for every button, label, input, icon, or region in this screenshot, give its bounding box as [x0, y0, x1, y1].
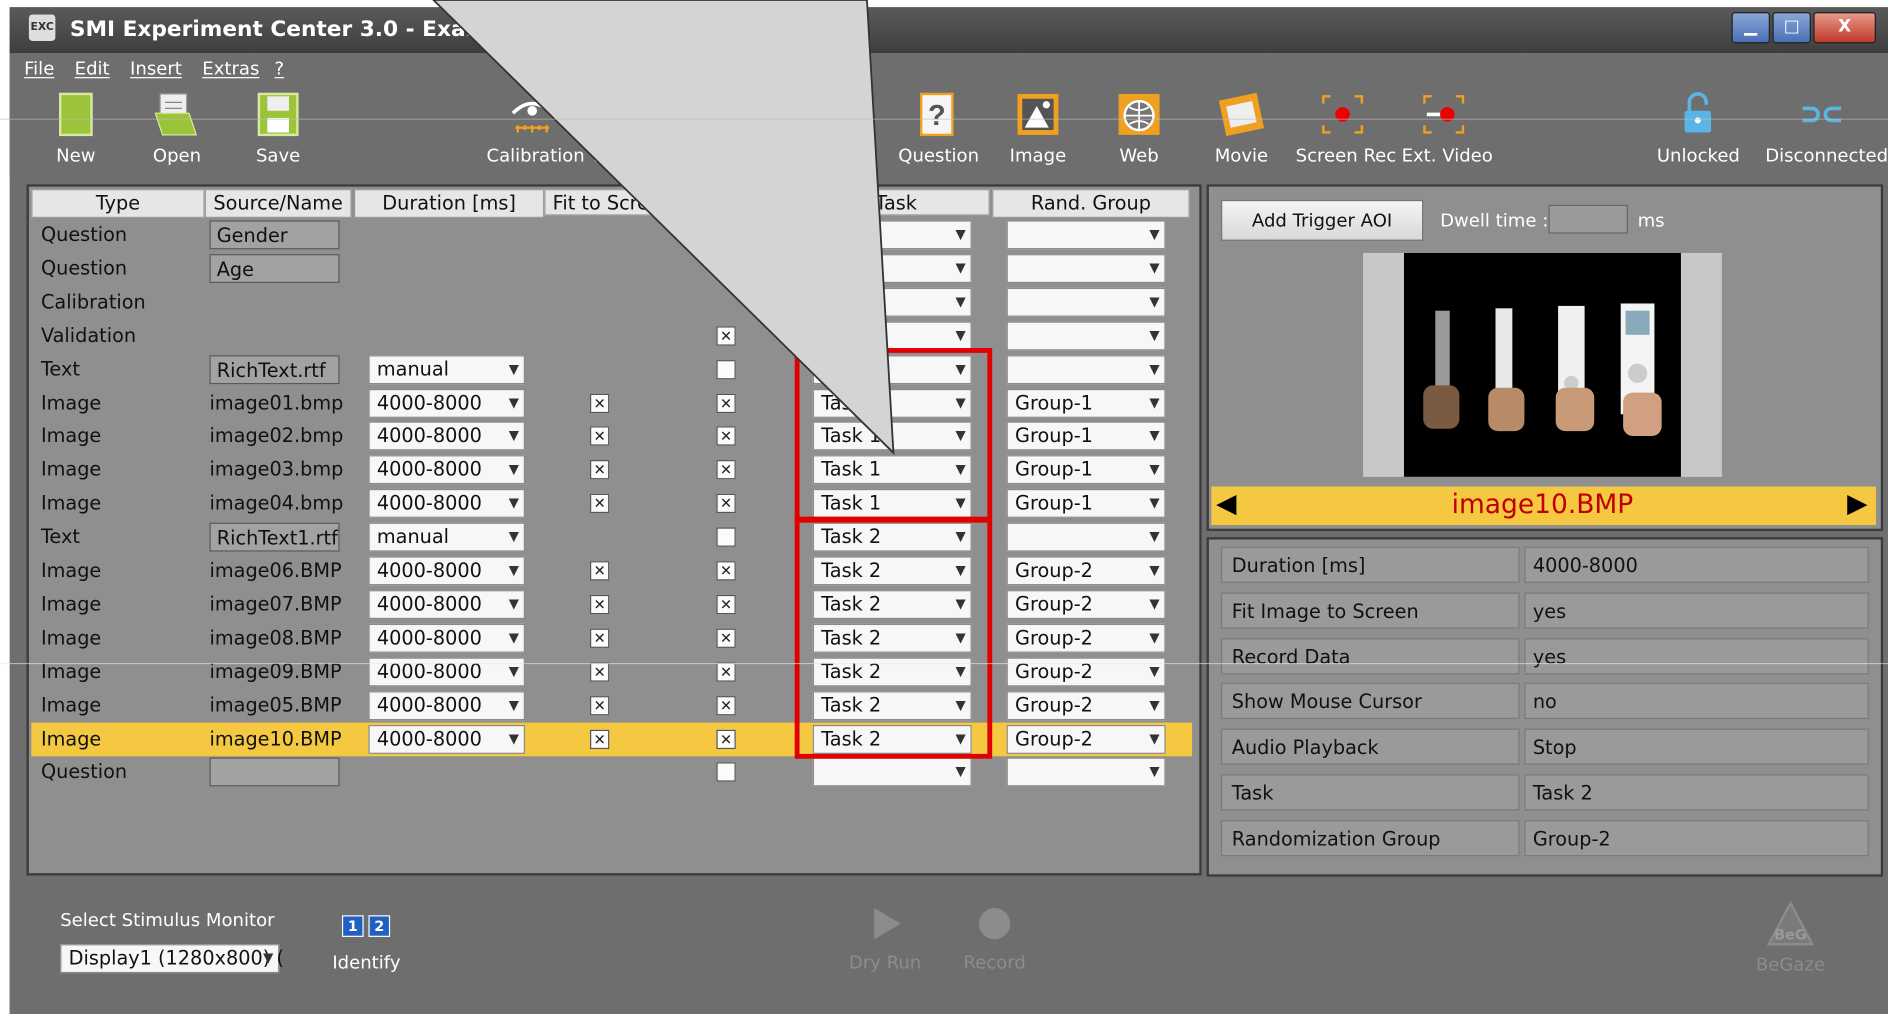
callout-pointer-overlay	[0, 0, 1888, 665]
screen: EXC SMI Experiment Center 3.0 - Example_…	[0, 0, 1888, 1014]
